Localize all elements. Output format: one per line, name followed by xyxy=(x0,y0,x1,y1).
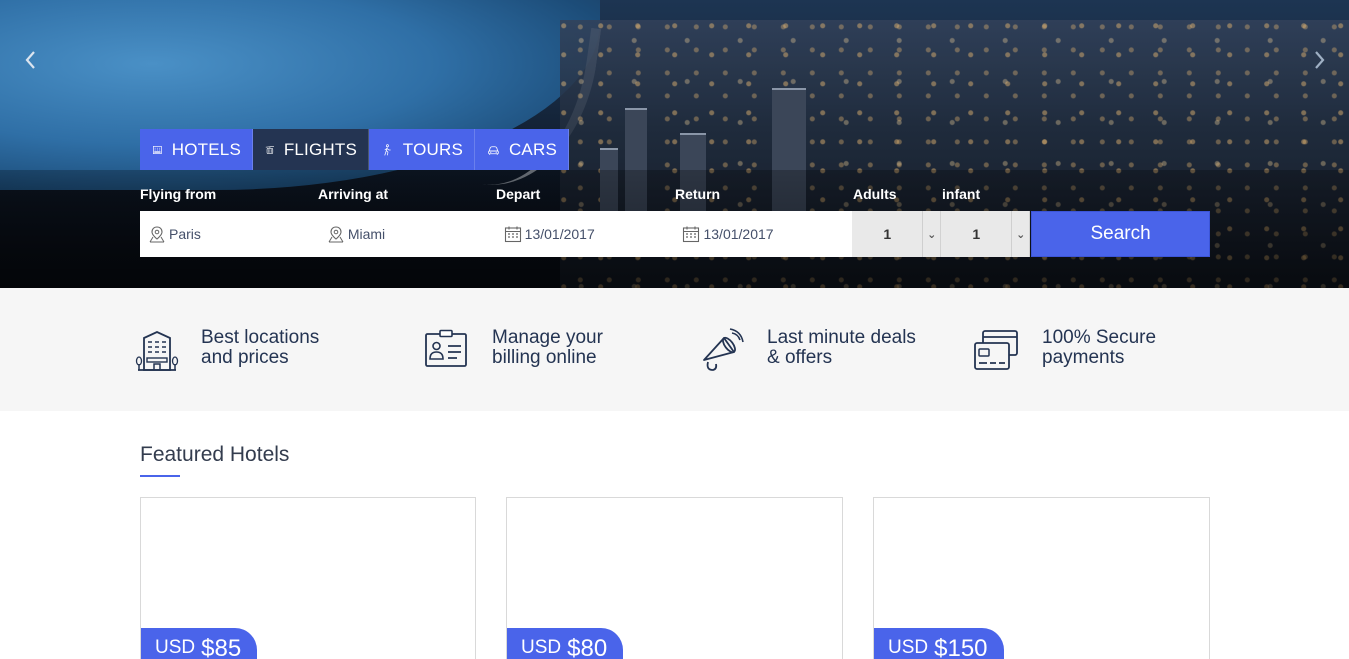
flight-search-form: Paris Miami 13/01/2017 13/01/2017 1 ⌄ 1 … xyxy=(140,211,1211,257)
feature-text: 100% Secure payments xyxy=(1042,328,1156,368)
price-badge: USD $80 xyxy=(507,628,624,659)
tab-label: CARS xyxy=(508,139,557,159)
feature-billing: Manage your billing online xyxy=(423,328,603,374)
search-button[interactable]: Search xyxy=(1031,211,1211,257)
feature-line: payments xyxy=(1042,347,1125,368)
hotel-card[interactable]: USD $80 xyxy=(506,497,843,659)
section-underline xyxy=(140,475,180,477)
feature-deals: Last minute deals & offers xyxy=(698,328,916,374)
slider-prev-button[interactable] xyxy=(19,48,43,72)
calendar-icon xyxy=(683,226,700,243)
return-label: Return xyxy=(675,186,721,202)
tab-label: TOURS xyxy=(402,139,463,159)
tab-hotels[interactable]: HOTELS xyxy=(140,129,253,170)
depart-date-value: 13/01/2017 xyxy=(524,226,595,242)
adults-select[interactable]: 1 ⌄ xyxy=(852,211,942,257)
map-pin-icon xyxy=(149,226,165,243)
map-pin-icon xyxy=(328,226,344,243)
feature-line: Last minute deals xyxy=(767,327,916,348)
tab-label: HOTELS xyxy=(171,139,241,159)
feature-line: and prices xyxy=(201,347,289,368)
feature-text: Last minute deals & offers xyxy=(767,328,916,368)
id-card-icon xyxy=(425,329,467,367)
chevron-right-icon xyxy=(1315,51,1325,69)
arriving-at-field[interactable]: Miami xyxy=(317,211,496,257)
price-currency: USD xyxy=(888,637,929,658)
depart-label: Depart xyxy=(496,186,541,202)
tab-tours[interactable]: TOURS xyxy=(369,129,475,170)
credit-cards-icon xyxy=(974,330,1018,370)
flying-from-value: Paris xyxy=(169,226,201,242)
car-icon xyxy=(488,145,499,155)
arriving-at-label: Arriving at xyxy=(318,186,389,202)
cable-car-icon xyxy=(265,145,275,154)
tab-label: FLIGHTS xyxy=(283,139,357,159)
price-badge: USD $150 xyxy=(874,628,1004,659)
price-currency: USD xyxy=(155,637,196,658)
price-amount: $150 xyxy=(934,635,988,659)
chevron-down-icon: ⌄ xyxy=(1011,211,1029,257)
features-strip: Best locations and prices Manage your bi… xyxy=(0,288,1349,411)
return-date-value: 13/01/2017 xyxy=(703,226,774,242)
feature-line: 100% Secure xyxy=(1042,327,1157,348)
megaphone-icon xyxy=(703,328,744,371)
infant-label: infant xyxy=(942,186,981,202)
feature-secure: 100% Secure payments xyxy=(973,328,1156,374)
tab-flights[interactable]: FLIGHTS xyxy=(253,129,369,170)
adults-label: Adults xyxy=(853,186,897,202)
hotel-building-icon xyxy=(135,331,179,371)
hotel-card[interactable]: USD $85 xyxy=(140,497,476,659)
chevron-down-icon: ⌄ xyxy=(922,211,940,257)
price-amount: $85 xyxy=(201,635,242,659)
tab-cars[interactable]: CARS xyxy=(475,129,569,170)
feature-text: Best locations and prices xyxy=(201,328,319,368)
infant-select[interactable]: 1 ⌄ xyxy=(941,211,1031,257)
calendar-icon xyxy=(504,226,521,243)
flying-from-field[interactable]: Paris xyxy=(140,211,318,257)
hiker-icon xyxy=(384,143,391,155)
feature-line: billing online xyxy=(492,347,597,368)
arriving-at-value: Miami xyxy=(347,226,386,242)
hotel-card[interactable]: USD $150 xyxy=(873,497,1210,659)
price-amount: $80 xyxy=(567,635,608,659)
depart-date-field[interactable]: 13/01/2017 xyxy=(495,211,675,257)
price-badge: USD $85 xyxy=(141,628,258,659)
feature-line: Manage your xyxy=(492,327,603,348)
price-currency: USD xyxy=(521,637,562,658)
section-title: Featured Hotels xyxy=(140,443,290,466)
flying-from-label: Flying from xyxy=(140,186,217,202)
return-date-field[interactable]: 13/01/2017 xyxy=(674,211,853,257)
feature-line: Best locations xyxy=(201,327,320,348)
feature-text: Manage your billing online xyxy=(492,328,603,368)
adults-value: 1 xyxy=(883,226,892,242)
feature-best-locations: Best locations and prices xyxy=(134,328,319,374)
slider-next-button[interactable] xyxy=(1307,48,1331,72)
search-tabs: HOTELS FLIGHTS TOURS CARS xyxy=(140,129,569,170)
hotel-icon xyxy=(153,145,162,154)
chevron-left-icon xyxy=(25,51,35,69)
infant-value: 1 xyxy=(972,226,981,242)
feature-line: & offers xyxy=(767,347,833,368)
search-labels: Flying from Arriving at Depart Return Ad… xyxy=(0,186,1349,206)
